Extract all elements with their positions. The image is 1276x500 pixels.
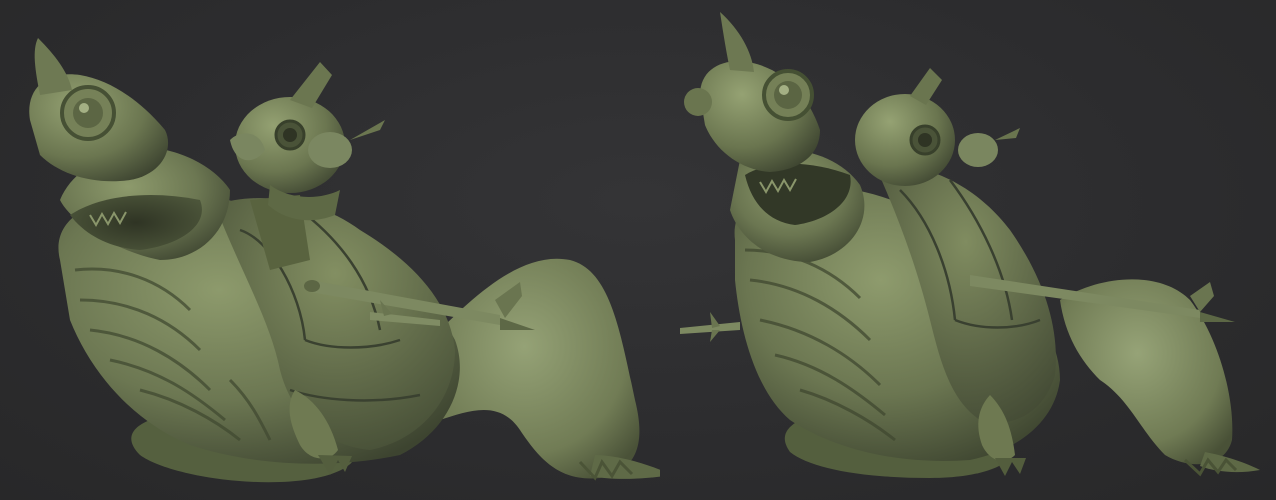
creature-sculpt-left xyxy=(29,38,660,483)
creature-horn xyxy=(34,38,72,95)
small-missile xyxy=(680,312,740,342)
antenna xyxy=(350,120,385,140)
helmet-fin xyxy=(290,62,332,108)
antenna xyxy=(995,128,1020,140)
rider-eye-pod xyxy=(308,132,352,168)
rider-eye-pod xyxy=(958,133,998,167)
sculpt-render-canvas xyxy=(0,0,1276,500)
sculpt-view-right xyxy=(660,0,1276,500)
sculpt-view-left xyxy=(0,0,660,500)
tail xyxy=(430,258,640,479)
creature-nostril xyxy=(684,88,712,116)
front-claw xyxy=(995,458,1026,476)
creature-sculpt-right xyxy=(680,12,1260,478)
